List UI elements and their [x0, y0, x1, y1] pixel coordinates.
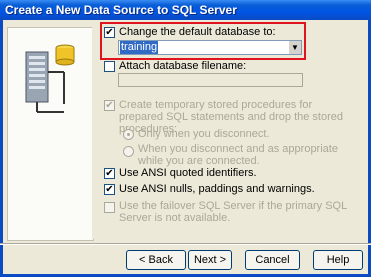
- next-button[interactable]: Next >: [188, 250, 232, 270]
- attach-database-label: Attach database filename:: [119, 60, 247, 72]
- cancel-button[interactable]: Cancel: [245, 250, 300, 270]
- failover-label: Use the failover SQL Server if the prima…: [119, 200, 347, 224]
- radio-selected-dot: [127, 133, 130, 136]
- radio-only-when-disconnect-label: Only when you disconnect.: [138, 128, 270, 140]
- help-button[interactable]: Help: [313, 250, 363, 270]
- window-title: Create a New Data Source to SQL Server: [5, 3, 237, 17]
- wizard-illustration-panel: [7, 27, 94, 241]
- button-separator: [0, 243, 371, 245]
- change-default-database-label: Change the default database to:: [119, 26, 276, 38]
- radio-only-when-disconnect[interactable]: [123, 129, 134, 140]
- title-bar: Create a New Data Source to SQL Server: [0, 0, 371, 20]
- create-temp-procedures-checkbox[interactable]: ✔: [104, 100, 115, 111]
- default-database-value: training: [120, 41, 159, 54]
- change-default-database-checkbox[interactable]: ✔: [104, 27, 115, 38]
- failover-checkbox[interactable]: [104, 202, 115, 213]
- ansi-quoted-identifiers-label: Use ANSI quoted identifiers.: [119, 167, 257, 179]
- default-database-dropdown[interactable]: training ▼: [118, 40, 302, 55]
- chevron-down-icon[interactable]: ▼: [288, 41, 301, 54]
- attach-database-checkbox[interactable]: [104, 61, 115, 72]
- radio-disconnect-and-appropriate-label: When you disconnect and as appropriate w…: [138, 143, 338, 167]
- radio-disconnect-and-appropriate[interactable]: [123, 146, 134, 157]
- ansi-nulls-label: Use ANSI nulls, paddings and warnings.: [119, 183, 315, 195]
- database-server-icon: [25, 44, 75, 113]
- ansi-quoted-identifiers-checkbox[interactable]: ✔: [104, 168, 115, 179]
- back-button[interactable]: < Back: [126, 250, 186, 270]
- attach-database-filename-field[interactable]: [118, 73, 303, 87]
- ansi-nulls-checkbox[interactable]: ✔: [104, 184, 115, 195]
